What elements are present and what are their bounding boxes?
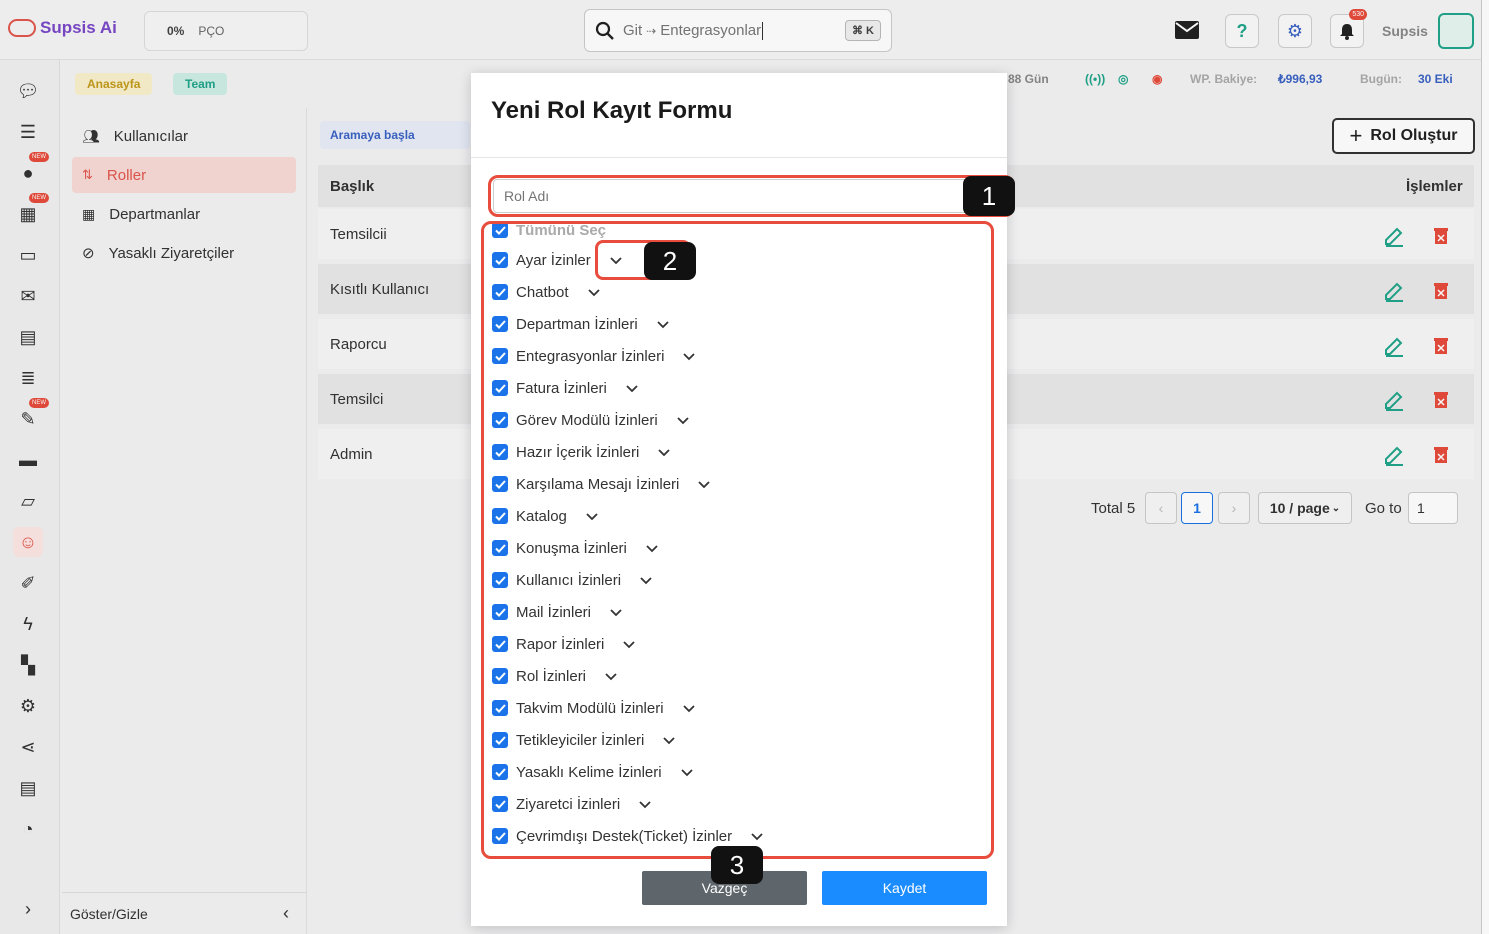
highlight-box-1 (488, 175, 1015, 217)
callout-2: 2 (644, 242, 696, 280)
new-role-modal: Yeni Rol Kayıt Formu Tümünü Seç Ayar İzi… (471, 73, 1015, 926)
highlight-box-2 (481, 221, 994, 859)
modal-divider (471, 157, 1007, 158)
modal-title: Yeni Rol Kayıt Formu (491, 97, 733, 124)
callout-3: 3 (711, 846, 763, 884)
save-button[interactable]: Kaydet (822, 871, 987, 905)
callout-1: 1 (963, 176, 1015, 216)
